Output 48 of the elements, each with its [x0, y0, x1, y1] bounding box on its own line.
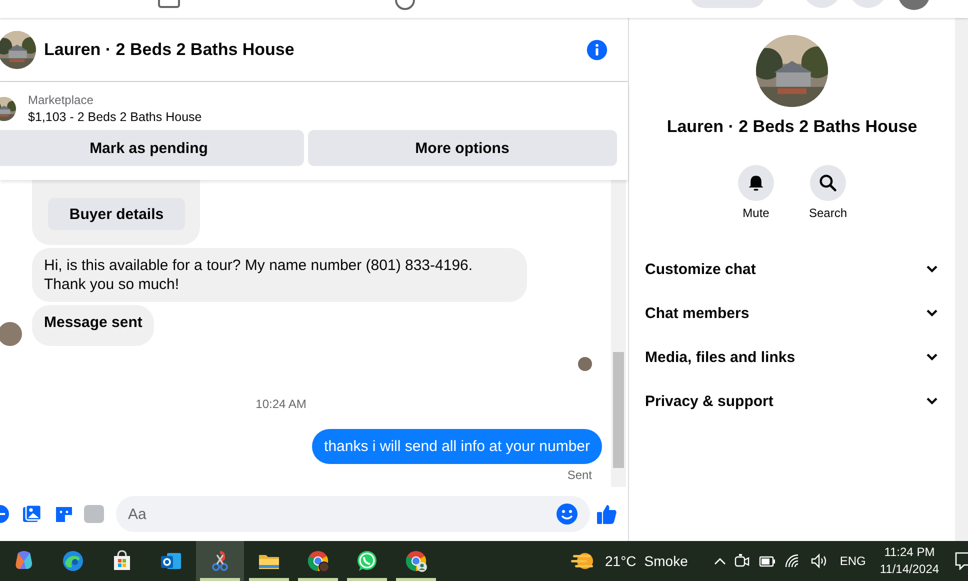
conversation-title: Lauren · 2 Beds 2 Baths House: [44, 40, 296, 60]
listing-source: Marketplace: [28, 92, 94, 108]
temperature[interactable]: 21°C: [605, 553, 636, 569]
taskbar-app[interactable]: [196, 541, 244, 581]
chrome-icon: [404, 549, 428, 573]
battery-icon[interactable]: [758, 554, 776, 568]
action-button[interactable]: Mark as pending: [0, 130, 304, 166]
action-label: Search: [808, 206, 848, 220]
mute-button[interactable]: [738, 165, 774, 201]
camera-icon[interactable]: [734, 553, 750, 569]
action-label: Mute: [742, 206, 770, 220]
section-label: Media, files and links: [645, 348, 796, 366]
language-indicator[interactable]: ENG: [840, 554, 866, 568]
section-header[interactable]: Privacy & support: [645, 379, 938, 423]
listing-summary: $1,103 - 2 Beds 2 Baths House: [28, 109, 202, 126]
message-input[interactable]: Aa: [116, 496, 590, 532]
clock-date[interactable]: 11/14/2024: [880, 561, 940, 578]
message-bubble: thanks i will send all info at your number: [312, 429, 602, 464]
sticker-icon[interactable]: [54, 504, 74, 524]
clock-time[interactable]: 11:24 PM: [880, 544, 940, 561]
section-header[interactable]: Media, files and links: [645, 335, 938, 379]
section-label: Chat members: [645, 304, 750, 322]
chrome-icon: [306, 549, 330, 573]
message-bubble: Message sent: [32, 305, 154, 346]
browser-icon: [61, 549, 85, 573]
chat-bubble-icon: [355, 549, 379, 573]
section-header[interactable]: Chat members: [645, 291, 938, 335]
delivery-status: Sent: [567, 468, 592, 482]
conversation-title: Lauren · 2 Beds 2 Baths House: [666, 117, 918, 137]
action-button[interactable]: More options: [308, 130, 617, 166]
speaker-icon[interactable]: [810, 553, 828, 569]
section-label: Privacy & support: [645, 392, 774, 410]
search-button[interactable]: [810, 165, 846, 201]
plus-icon[interactable]: [0, 504, 10, 524]
image-icon[interactable]: [22, 504, 42, 524]
section-header[interactable]: Customize chat: [645, 247, 938, 291]
buyer-details-button[interactable]: Buyer details: [48, 198, 185, 230]
message-bubble: Hi, is this available for a tour? My name number (801) 833-4196. Thank you so much!: [32, 248, 527, 302]
info-icon[interactable]: [586, 38, 608, 60]
weather-condition[interactable]: Smoke: [644, 553, 688, 569]
listing-photo: [0, 30, 36, 68]
search-icon: [819, 174, 837, 192]
avatar: [578, 357, 592, 371]
message-timestamp: 10:24 AM: [256, 397, 306, 411]
bell-icon: [747, 174, 765, 192]
chevron-up-icon[interactable]: [714, 557, 726, 565]
thumbs-up-icon[interactable]: [596, 503, 618, 525]
section-label: Customize chat: [645, 260, 756, 278]
